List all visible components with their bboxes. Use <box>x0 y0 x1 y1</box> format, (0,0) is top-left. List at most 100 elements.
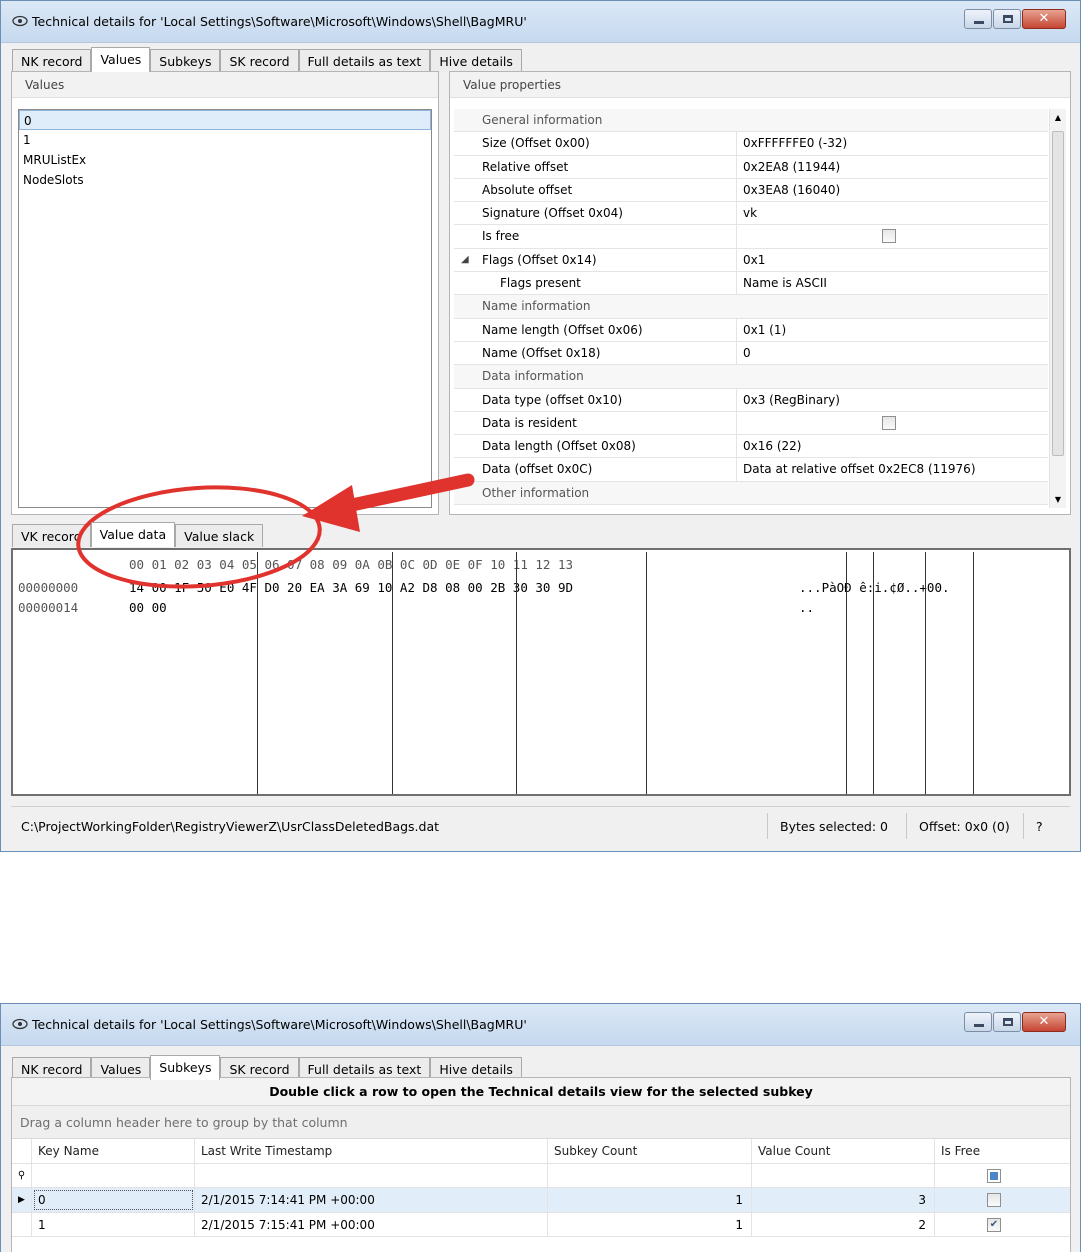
minimize-button[interactable] <box>964 1012 992 1032</box>
cell-timestamp[interactable]: 2/1/2015 7:15:41 PM +00:00 <box>195 1212 548 1236</box>
tab-vk-record[interactable]: VK record <box>12 524 91 547</box>
property-name: Name (Offset 0x18) <box>454 341 737 365</box>
value-item-nodeslots[interactable]: NodeSlots <box>19 170 431 190</box>
property-value[interactable]: 0xFFFFFFE0 (-32) <box>737 132 1048 154</box>
filter-timestamp[interactable] <box>195 1163 548 1187</box>
minimize-button[interactable] <box>964 9 992 29</box>
hex-ascii-row-1[interactable]: .. <box>799 600 814 615</box>
title-bar[interactable]: Technical details for 'Local Settings\So… <box>1 1 1080 43</box>
property-value[interactable]: Data at relative offset 0x2EC8 (11976) <box>737 458 1048 480</box>
property-category[interactable]: General information <box>454 109 1048 133</box>
maximize-button[interactable] <box>993 1012 1021 1032</box>
property-value[interactable]: 0x1 (1) <box>737 319 1048 341</box>
group-panel[interactable]: Drag a column header here to group by th… <box>12 1106 1070 1139</box>
column-header-subkey-count[interactable]: Subkey Count <box>548 1139 752 1163</box>
property-row[interactable]: Data is resident <box>454 411 1048 436</box>
property-value[interactable] <box>737 412 1048 434</box>
cell-subkey-count[interactable]: 1 <box>548 1212 752 1236</box>
cell-key-name[interactable]: 1 <box>32 1212 195 1236</box>
property-row[interactable]: Flags present Name is ASCII <box>454 272 1048 296</box>
filter-subkey-count[interactable] <box>548 1163 752 1187</box>
tab-full-details[interactable]: Full details as text <box>298 49 431 72</box>
is-free-checkbox[interactable] <box>987 1193 1001 1207</box>
table-row[interactable]: 1 2/1/2015 7:15:41 PM +00:00 1 2 ✔ <box>12 1212 1070 1237</box>
cell-value-count[interactable]: 2 <box>752 1212 935 1236</box>
hex-divider <box>392 552 393 794</box>
property-value[interactable]: 0x2EA8 (11944) <box>737 156 1048 178</box>
property-value[interactable]: 0x16 (22) <box>737 435 1048 457</box>
filter-value-count[interactable] <box>752 1163 935 1187</box>
tab-values[interactable]: Values <box>91 47 151 72</box>
close-button[interactable]: ✕ <box>1022 1012 1066 1032</box>
property-row[interactable]: Name length (Offset 0x06) 0x1 (1) <box>454 318 1048 342</box>
hex-viewer[interactable]: 00 01 02 03 04 05 06 07 08 09 0A 0B 0C 0… <box>11 548 1071 796</box>
cell-is-free[interactable]: ✔ <box>935 1213 1070 1237</box>
tab-subkeys[interactable]: Subkeys <box>150 1055 221 1080</box>
property-value[interactable]: Name is ASCII <box>737 272 1048 294</box>
hex-ascii-row-0[interactable]: ...PàOÐ ê:i.¢Ø..+00. <box>799 580 950 595</box>
property-row[interactable]: Is free <box>454 225 1048 249</box>
property-row[interactable]: Relative offset 0x2EA8 (11944) <box>454 155 1048 179</box>
property-checkbox[interactable] <box>882 229 896 244</box>
property-category[interactable]: Data information <box>454 365 1048 389</box>
column-header-timestamp[interactable]: Last Write Timestamp <box>195 1139 548 1163</box>
value-item-1[interactable]: 1 <box>19 130 431 150</box>
property-row[interactable]: Data type (offset 0x10) 0x3 (RegBinary) <box>454 388 1048 412</box>
property-row[interactable]: Data (offset 0x0C) Data at relative offse… <box>454 458 1048 482</box>
cell-key-name[interactable]: 0 <box>32 1188 195 1212</box>
property-checkbox[interactable] <box>882 415 896 430</box>
filter-checkbox[interactable] <box>987 1168 1001 1183</box>
close-button[interactable]: ✕ <box>1022 9 1066 29</box>
tab-sk-record[interactable]: SK record <box>220 49 299 72</box>
tab-subkeys[interactable]: Subkeys <box>150 49 221 72</box>
cell-timestamp[interactable]: 2/1/2015 7:14:41 PM +00:00 <box>195 1188 548 1212</box>
is-free-checkbox[interactable]: ✔ <box>987 1217 1001 1232</box>
property-name-text: Data type (offset 0x10) <box>482 392 623 407</box>
property-row[interactable]: ◢ Flags (Offset 0x14) 0x1 <box>454 248 1048 273</box>
tab-value-slack[interactable]: Value slack <box>175 524 264 547</box>
scroll-up-icon[interactable]: ▲ <box>1050 113 1066 122</box>
column-header-value-count[interactable]: Value Count <box>752 1139 935 1163</box>
tab-value-data[interactable]: Value data <box>90 522 176 547</box>
property-value[interactable] <box>737 225 1048 247</box>
property-value[interactable]: vk <box>737 202 1048 224</box>
property-name: Flags present <box>454 272 737 295</box>
scroll-thumb[interactable] <box>1052 131 1064 456</box>
property-row[interactable]: Size (Offset 0x00) 0xFFFFFFE0 (-32) <box>454 132 1048 156</box>
cell-subkey-count[interactable]: 1 <box>548 1188 752 1212</box>
tab-nk-record[interactable]: NK record <box>12 49 92 72</box>
property-name-text: General information <box>482 113 603 127</box>
value-item-0[interactable]: 0 <box>19 110 431 130</box>
value-item-mrulistex[interactable]: MRUListEx <box>19 150 431 170</box>
column-header-is-free[interactable]: Is Free <box>935 1139 1070 1163</box>
property-row[interactable]: Absolute offset 0x3EA8 (16040) <box>454 178 1048 203</box>
property-category[interactable]: Name information <box>454 295 1048 319</box>
property-row[interactable]: Signature (Offset 0x04) vk <box>454 202 1048 226</box>
property-value[interactable]: 0x3EA8 (16040) <box>737 179 1048 201</box>
cell-is-free[interactable] <box>935 1188 1070 1212</box>
tab-hive-details[interactable]: Hive details <box>430 49 522 72</box>
property-value[interactable]: 0 <box>737 342 1048 364</box>
scroll-down-icon[interactable]: ▼ <box>1050 495 1066 504</box>
hex-bytes-row-1[interactable]: 00 00 <box>129 600 167 615</box>
cell-value-count[interactable]: 3 <box>752 1188 935 1212</box>
property-value[interactable]: 0x1 <box>737 249 1048 271</box>
values-header-label: Values <box>25 78 65 92</box>
filter-row[interactable]: ⚲ <box>12 1163 1070 1188</box>
grid-header-row: Key Name Last Write Timestamp Subkey Cou… <box>12 1139 1070 1164</box>
property-name: Name length (Offset 0x06) <box>454 318 737 341</box>
hex-bytes-row-0[interactable]: 14 00 1F 50 E0 4F D0 20 EA 3A 69 10 A2 D… <box>129 580 573 595</box>
column-header-key-name[interactable]: Key Name <box>32 1139 195 1163</box>
property-grid-scrollbar[interactable]: ▲ ▼ <box>1049 109 1066 508</box>
property-category[interactable]: Other information <box>454 481 1048 506</box>
filter-is-free[interactable] <box>935 1164 1070 1188</box>
property-row[interactable]: Data length (Offset 0x08) 0x16 (22) <box>454 435 1048 459</box>
property-row[interactable]: Name (Offset 0x18) 0 <box>454 341 1048 366</box>
title-bar[interactable]: Technical details for 'Local Settings\So… <box>1 1004 1080 1046</box>
table-row[interactable]: ▶ 0 2/1/2015 7:14:41 PM +00:00 1 3 <box>12 1188 1070 1213</box>
property-value[interactable]: 0x3 (RegBinary) <box>737 389 1048 411</box>
expand-collapse-icon[interactable]: ◢ <box>461 249 469 271</box>
filter-key-name[interactable] <box>32 1163 195 1187</box>
help-button[interactable]: ? <box>1023 813 1055 839</box>
maximize-button[interactable] <box>993 9 1021 29</box>
